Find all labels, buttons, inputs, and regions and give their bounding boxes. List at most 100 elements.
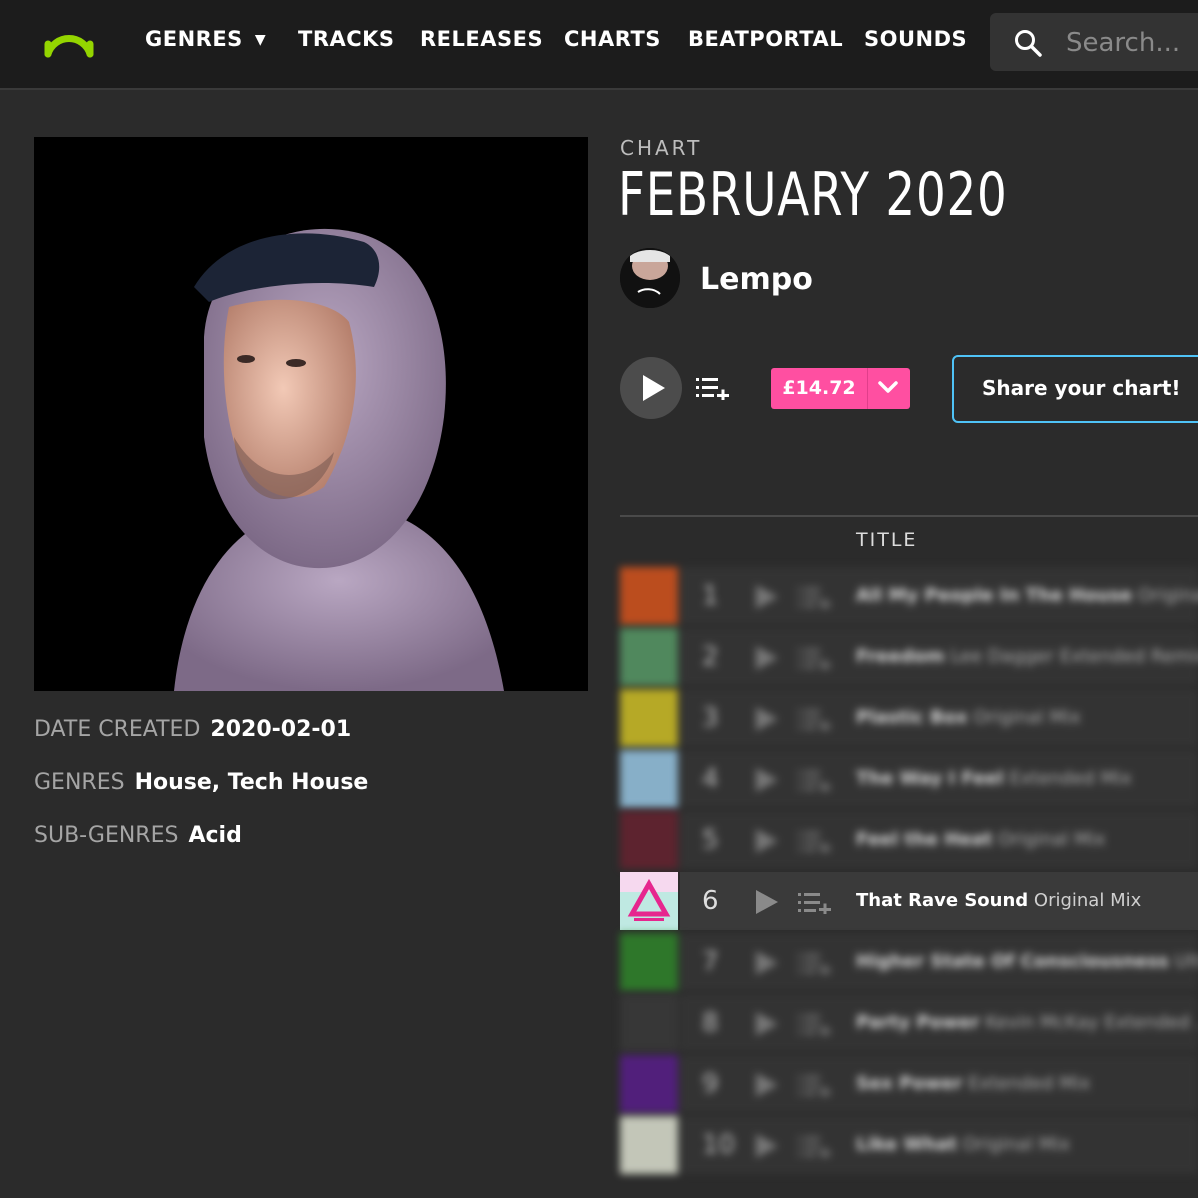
track-artwork[interactable]	[620, 567, 678, 625]
buy-chart-button[interactable]: £14.72	[771, 368, 910, 409]
search-input[interactable]	[1064, 23, 1198, 63]
nav-beatportal[interactable]: BEATPORTAL	[688, 27, 843, 51]
track-title[interactable]: Freedom Lee Dagger Extended Remix	[856, 646, 1198, 667]
share-chart-button[interactable]: Share your chart!	[952, 355, 1198, 423]
nav-charts[interactable]: CHARTS	[564, 27, 661, 51]
track-mix: Lee Dagger Extended Remix	[950, 646, 1198, 667]
chart-artwork	[34, 137, 588, 691]
tracklist-divider	[620, 515, 1198, 517]
subgenres-label: SUB-GENRES	[34, 823, 179, 848]
track-number: 1	[702, 581, 719, 611]
track-artwork[interactable]	[620, 872, 678, 930]
date-created-value: 2020-02-01	[210, 717, 352, 742]
meta-date-row: DATE CREATED 2020-02-01	[34, 717, 351, 742]
column-header-title[interactable]: TITLE	[856, 529, 917, 551]
table-row[interactable]: 8 Party Power Kevin McKay Extended ...	[620, 994, 1198, 1055]
table-row[interactable]: 5 Feel the Heat Original Mix	[620, 811, 1198, 872]
subgenres-value[interactable]: Acid	[188, 823, 241, 848]
track-name: That Rave Sound	[856, 890, 1029, 911]
table-row[interactable]: 3 Plastic Box Original Mix	[620, 689, 1198, 750]
page-title: FEBRUARY 2020	[618, 160, 1008, 230]
beatport-logo-icon[interactable]	[40, 20, 98, 60]
table-row[interactable]: 7 Higher State Of Consciousness Ultra ...	[620, 933, 1198, 994]
add-to-queue-icon[interactable]	[798, 1075, 832, 1097]
track-name: Party Power	[856, 1012, 980, 1033]
track-artwork[interactable]	[620, 689, 678, 747]
track-artwork[interactable]	[620, 994, 678, 1052]
genres-value[interactable]: House, Tech House	[135, 770, 369, 795]
nav-releases[interactable]: RELEASES	[420, 27, 543, 51]
search-box[interactable]	[990, 13, 1198, 71]
track-number: 3	[702, 703, 719, 733]
track-mix: Ultra ...	[1174, 951, 1198, 972]
track-title[interactable]: Like What Original Mix	[856, 1134, 1070, 1155]
play-icon[interactable]	[754, 1011, 780, 1037]
avatar[interactable]	[620, 248, 680, 308]
add-to-queue-icon[interactable]	[798, 953, 832, 975]
play-icon[interactable]	[754, 706, 780, 732]
track-number: 5	[702, 825, 719, 855]
track-artwork[interactable]	[620, 1055, 678, 1113]
play-chart-button[interactable]	[620, 357, 682, 419]
search-icon[interactable]	[1014, 29, 1042, 57]
track-name: Plastic Box	[856, 707, 968, 728]
play-icon[interactable]	[754, 645, 780, 671]
chevron-down-icon[interactable]	[877, 380, 899, 396]
table-row[interactable]: 6 That Rave Sound Original Mix	[620, 872, 1198, 933]
track-name: All My People In The House	[856, 585, 1133, 606]
date-created-label: DATE CREATED	[34, 717, 201, 742]
track-artwork[interactable]	[620, 750, 678, 808]
table-row[interactable]: 9 Sex Power Extended Mix	[620, 1055, 1198, 1116]
track-mix: Extended Mix	[1009, 768, 1132, 789]
track-title[interactable]: Plastic Box Original Mix	[856, 707, 1081, 728]
track-title[interactable]: The Way I Feel Extended Mix	[856, 768, 1132, 789]
add-to-queue-icon[interactable]	[798, 587, 832, 609]
table-row[interactable]: 1 All My People In The House Original ...	[620, 567, 1198, 628]
track-name: Freedom	[856, 646, 945, 667]
track-artwork[interactable]	[620, 933, 678, 991]
add-to-queue-icon[interactable]	[798, 831, 832, 853]
play-icon[interactable]	[754, 828, 780, 854]
nav-sounds[interactable]: SOUNDS	[864, 27, 967, 51]
nav-genres-label: GENRES	[145, 27, 243, 51]
add-to-queue-icon[interactable]	[798, 648, 832, 670]
caret-down-icon: ▼	[254, 32, 267, 48]
track-number: 2	[702, 642, 719, 672]
meta-genres-row: GENRES House, Tech House	[34, 770, 368, 795]
play-icon[interactable]	[754, 1072, 780, 1098]
track-title[interactable]: All My People In The House Original ...	[856, 585, 1198, 606]
add-to-queue-icon[interactable]	[798, 709, 832, 731]
add-to-queue-icon[interactable]	[798, 1014, 832, 1036]
table-row[interactable]: 4 The Way I Feel Extended Mix	[620, 750, 1198, 811]
track-title[interactable]: Higher State Of Consciousness Ultra ...	[856, 951, 1198, 972]
nav-genres[interactable]: GENRES ▼	[145, 27, 266, 51]
table-row[interactable]: 10 Like What Original Mix	[620, 1116, 1198, 1177]
nav-tracks[interactable]: TRACKS	[298, 27, 395, 51]
add-to-queue-icon[interactable]	[798, 892, 832, 914]
add-to-queue-icon[interactable]	[798, 1136, 832, 1158]
track-number: 7	[702, 947, 719, 977]
play-icon[interactable]	[754, 889, 780, 915]
add-to-queue-icon[interactable]	[798, 770, 832, 792]
track-title[interactable]: Feel the Heat Original Mix	[856, 829, 1105, 850]
play-icon[interactable]	[754, 767, 780, 793]
track-artwork[interactable]	[620, 628, 678, 686]
track-artwork[interactable]	[620, 1116, 678, 1174]
artist-name[interactable]: Lempo	[700, 262, 813, 297]
chart-kicker: CHART	[620, 136, 703, 160]
play-icon[interactable]	[754, 584, 780, 610]
track-title[interactable]: Sex Power Extended Mix	[856, 1073, 1090, 1094]
track-number: 4	[702, 764, 719, 794]
track-artwork[interactable]	[620, 811, 678, 869]
track-mix: Extended Mix	[968, 1073, 1091, 1094]
play-icon[interactable]	[754, 950, 780, 976]
top-nav: GENRES ▼ TRACKS RELEASES CHARTS BEATPORTA…	[0, 0, 1198, 90]
meta-subgenres-row: SUB-GENRES Acid	[34, 823, 242, 848]
track-title[interactable]: That Rave Sound Original Mix	[856, 890, 1141, 911]
table-row[interactable]: 2 Freedom Lee Dagger Extended Remix	[620, 628, 1198, 689]
add-to-queue-icon[interactable]	[696, 376, 730, 400]
artist-portrait-image	[34, 137, 588, 691]
track-list: 1 All My People In The House Original ...…	[620, 567, 1198, 1177]
play-icon[interactable]	[754, 1133, 780, 1159]
track-title[interactable]: Party Power Kevin McKay Extended ...	[856, 1012, 1198, 1033]
